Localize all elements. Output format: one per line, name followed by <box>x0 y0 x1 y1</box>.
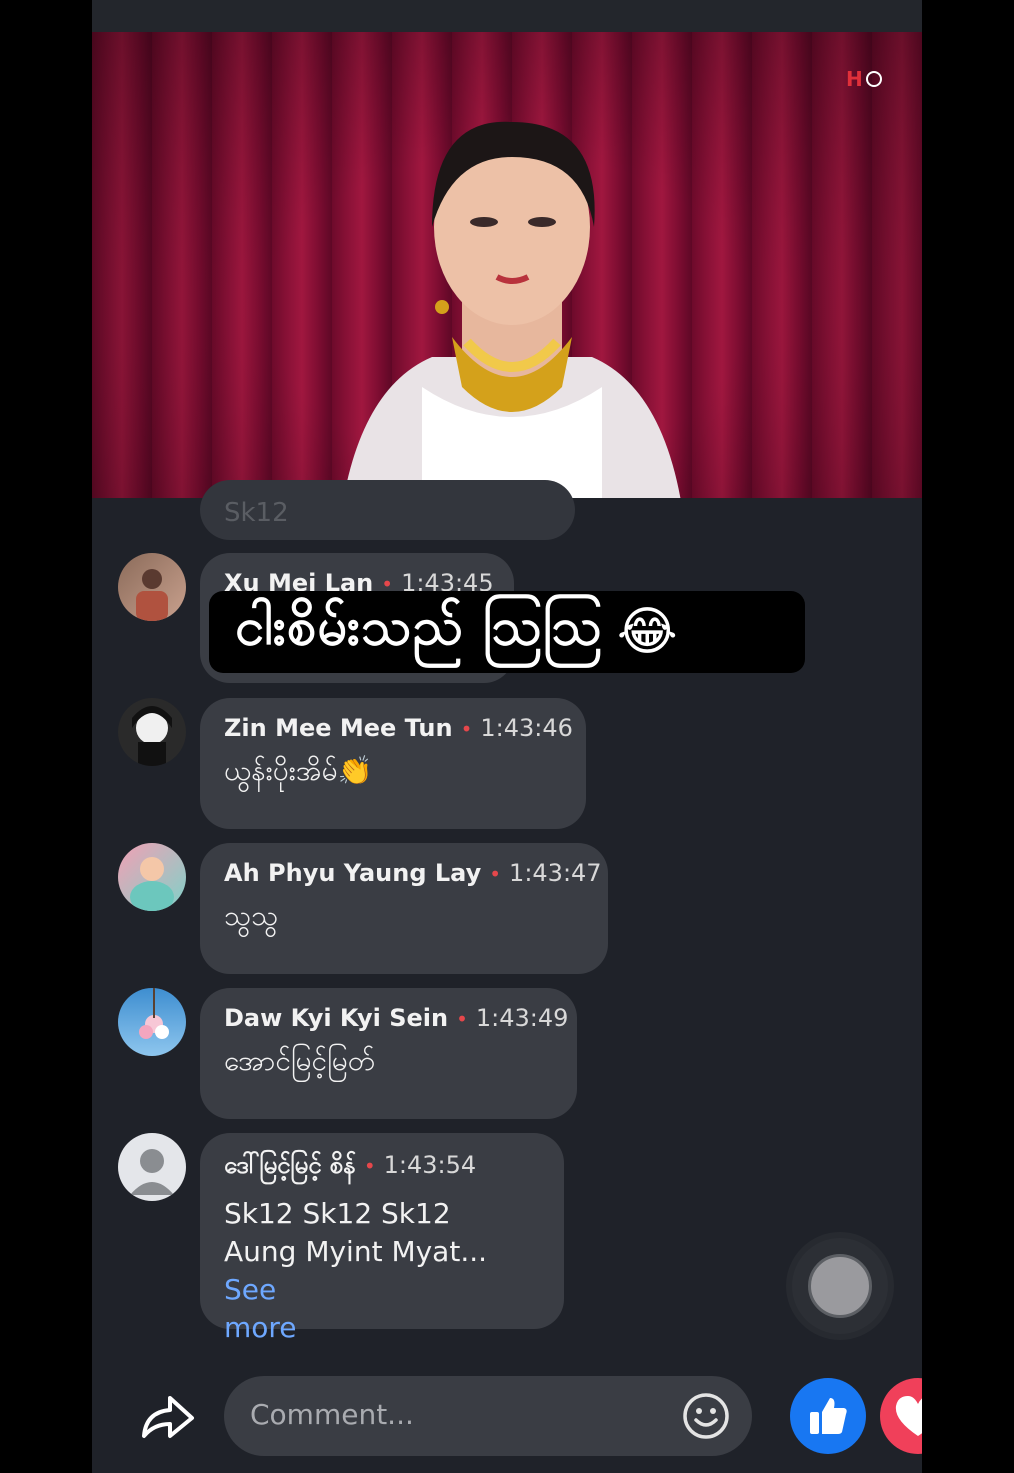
comment-bubble[interactable]: Ah Phyu Yaung Lay • 1:43:47 သွသွ <box>200 843 608 974</box>
comment-time: 1:43:47 <box>509 859 602 887</box>
avatar[interactable] <box>118 1133 186 1201</box>
comment-text: အောင်မြင့်မြတ် <box>224 1044 376 1077</box>
channel-logo-icon: H <box>846 67 882 91</box>
comment-input[interactable]: Comment... <box>224 1376 752 1456</box>
commenter-name[interactable]: Daw Kyi Kyi Sein <box>224 1004 448 1032</box>
see-more-link[interactable]: See <box>224 1273 276 1306</box>
comment-time: 1:43:46 <box>480 714 573 742</box>
avatar[interactable] <box>118 553 186 621</box>
like-reaction-button[interactable] <box>790 1378 866 1454</box>
comment-time: 1:43:54 <box>383 1151 477 1179</box>
video-caption-overlay: ငါးစိမ်းသည် သြသြ 😂 <box>209 591 805 673</box>
comment-text: Sk12 <box>224 498 289 528</box>
avatar-baby-icon <box>130 857 174 911</box>
live-video-screen: H Sk12 Xu Mei Lan • 1:43:45 ငါးစိမ်းသည် သြ… <box>92 0 922 1473</box>
bottom-action-bar: Comment... <box>92 1360 922 1473</box>
video-subject-image <box>343 121 681 498</box>
comment-bubble[interactable]: Zin Mee Mee Tun • 1:43:46 ယွန်းပိုးအိမ်👏 <box>200 698 586 829</box>
comment-meta: ဒေါ်မြင့်မြင့် စိန် • 1:43:54 <box>224 1151 477 1179</box>
comment-bubble[interactable]: ဒေါ်မြင့်မြင့် စိန် • 1:43:54 Sk12 Sk12 Sk… <box>200 1133 564 1344</box>
avatar-flower-icon <box>139 988 169 1039</box>
top-status-bar <box>92 0 922 32</box>
avatar-photo-icon <box>136 569 168 621</box>
comment-meta: Daw Kyi Kyi Sein • 1:43:49 <box>224 1004 569 1032</box>
emoji-picker-icon[interactable] <box>682 1392 730 1440</box>
avatar-anime-icon <box>132 706 172 766</box>
commenter-name[interactable]: Zin Mee Mee Tun <box>224 714 453 742</box>
thumbs-up-icon <box>810 1398 847 1434</box>
laughing-emoji-icon: 😂 <box>616 602 679 662</box>
comment-text: သွသွ <box>224 899 279 932</box>
heart-icon <box>895 1396 922 1436</box>
comment-bubble[interactable]: Daw Kyi Kyi Sein • 1:43:49 အောင်မြင့်မြတ် <box>200 988 577 1119</box>
caption-text: ငါးစိမ်းသည် သြသြ <box>235 597 603 657</box>
svg-text:H: H <box>846 67 863 91</box>
avatar[interactable] <box>118 988 186 1056</box>
comment-text: ယွန်းပိုးအိမ်👏 <box>224 754 373 787</box>
commenter-name[interactable]: ဒေါ်မြင့်မြင့် စိန် <box>224 1151 356 1179</box>
comment-bubble-partial: Sk12 <box>200 480 575 540</box>
comment-time: 1:43:49 <box>475 1004 569 1032</box>
commenter-name[interactable]: Ah Phyu Yaung Lay <box>224 859 481 887</box>
see-more-link[interactable]: more <box>224 1309 540 1347</box>
comment-text: Sk12 Sk12 Sk12 Aung Myint Myat... See mo… <box>224 1195 540 1347</box>
comment-meta: Ah Phyu Yaung Lay • 1:43:47 <box>224 859 602 887</box>
default-avatar-icon <box>130 1149 174 1195</box>
comment-meta: Zin Mee Mee Tun • 1:43:46 <box>224 714 573 742</box>
avatar[interactable] <box>118 843 186 911</box>
comment-placeholder: Comment... <box>250 1398 414 1431</box>
share-icon[interactable] <box>140 1390 196 1442</box>
floating-record-button[interactable] <box>792 1238 888 1334</box>
love-reaction-button[interactable] <box>880 1378 922 1454</box>
avatar[interactable] <box>118 698 186 766</box>
live-video-player[interactable]: H <box>92 32 922 498</box>
